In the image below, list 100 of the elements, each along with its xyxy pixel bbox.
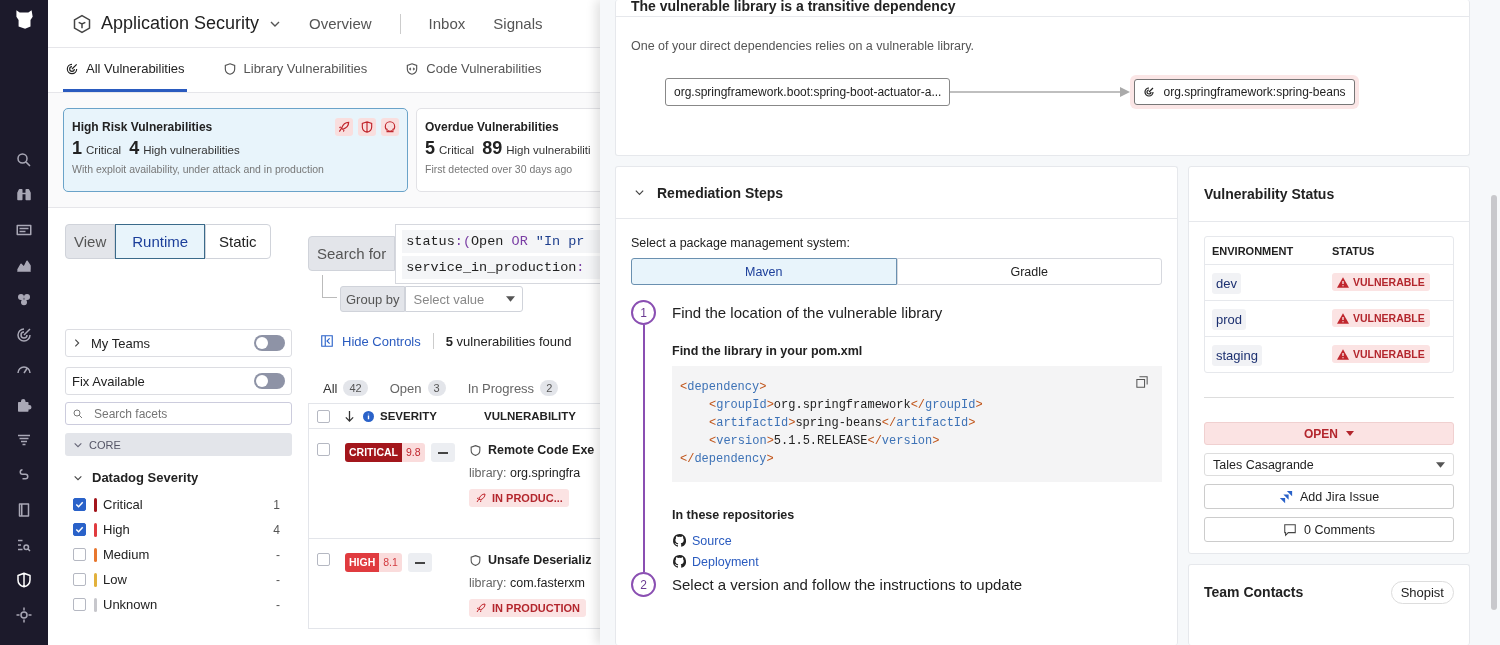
shield-icon xyxy=(469,443,482,457)
view-label: View xyxy=(65,224,116,259)
target-icon xyxy=(65,61,79,76)
view-option[interactable]: Static xyxy=(205,224,271,259)
summary-card[interactable]: Overdue Vulnerabilities 5 Critical 89 High vulnerabiliti First detected over 30 days ago xyxy=(416,108,600,192)
shield-icon xyxy=(405,61,420,76)
nav-link[interactable]: Signals xyxy=(493,15,543,32)
app-title[interactable]: Application Security xyxy=(101,13,260,34)
vulnerability-title[interactable]: Unsafe Deserializ xyxy=(488,553,592,567)
checkbox[interactable] xyxy=(73,498,86,511)
summary-card[interactable]: High Risk Vulnerabilities 1 Critical 4 High vulnerabilities With exploit availability, under attack and in production xyxy=(63,108,408,192)
info-icon[interactable] xyxy=(363,410,374,422)
status-tab[interactable]: In Progress 2 xyxy=(467,378,559,398)
shield-icon xyxy=(358,118,376,136)
severity-score: 8.1 xyxy=(379,553,402,572)
shield-icon[interactable] xyxy=(15,571,33,589)
facet-count: - xyxy=(276,572,280,587)
nav-link[interactable]: Overview xyxy=(309,15,372,32)
facet-group-header[interactable]: Datadog Severity xyxy=(65,470,292,485)
package-manager-option[interactable]: Gradle xyxy=(896,258,1162,285)
facet-option-label: High xyxy=(103,522,131,537)
library-name: com.fasterxm xyxy=(510,576,585,590)
cube-icon xyxy=(72,13,92,34)
status-badge: VULNERABLE xyxy=(1332,309,1430,328)
target-icon[interactable] xyxy=(15,326,33,344)
checkbox[interactable] xyxy=(73,598,86,611)
column-header[interactable]: VULNERABILITY xyxy=(484,410,576,422)
puzzle-icon[interactable] xyxy=(15,396,33,414)
query-field[interactable]: status:(Open OR "In pr service_in_production: xyxy=(395,224,600,284)
facet-search-field[interactable]: Search facets xyxy=(65,402,292,425)
critical-label: Critical xyxy=(439,144,475,156)
facet-toggle-row[interactable]: My Teams xyxy=(65,329,292,357)
repository-link[interactable]: Deployment xyxy=(672,551,1162,572)
gear-icon[interactable] xyxy=(15,606,33,624)
caret-icon xyxy=(1346,431,1354,436)
facet-option-label: Low xyxy=(103,572,128,587)
severity-badge: HIGH xyxy=(345,553,380,572)
critical-count: 5 xyxy=(425,138,435,159)
chevron-down-icon[interactable] xyxy=(634,187,645,198)
hide-controls-link[interactable]: Hide Controls xyxy=(320,333,421,349)
warning-icon xyxy=(1337,348,1349,360)
shield-icon xyxy=(469,553,482,567)
code-line: <artifactId>spring-beans</artifactId> xyxy=(709,415,976,432)
checkbox[interactable] xyxy=(317,553,330,566)
cat-icon xyxy=(672,554,687,569)
status-tab[interactable]: Open 3 xyxy=(389,378,446,398)
repositories-title: In these repositories xyxy=(672,508,796,522)
nav-link[interactable]: Inbox xyxy=(428,15,466,32)
dash-badge xyxy=(407,553,432,572)
tab[interactable]: Code Vulnerabilities xyxy=(403,48,544,92)
add-jira-issue-button[interactable]: Add Jira Issue xyxy=(1204,484,1454,509)
card-note: With exploit availability, under attack and in production xyxy=(72,163,325,175)
status-badge: VULNERABLE xyxy=(1332,345,1430,364)
section-title: Vulnerability Status xyxy=(1189,167,1469,222)
view-option[interactable]: Runtime xyxy=(115,224,206,259)
facet-count: - xyxy=(276,547,280,562)
scrollbar[interactable] xyxy=(1491,195,1497,610)
critical-count: 1 xyxy=(72,138,82,159)
copy-icon[interactable] xyxy=(1136,376,1148,388)
checkbox[interactable] xyxy=(317,443,330,456)
comments-button[interactable]: 0 Comments xyxy=(1204,517,1454,542)
column-header[interactable]: SEVERITY xyxy=(380,410,484,422)
step-number: 1 xyxy=(631,300,656,325)
status-tab[interactable]: All 42 xyxy=(323,378,368,398)
high-label: High vulnerabilities xyxy=(143,144,240,156)
checkbox[interactable] xyxy=(73,573,86,586)
chevron-right-icon[interactable] xyxy=(72,338,82,348)
environment-tag: prod xyxy=(1212,308,1247,330)
high-count: 89 xyxy=(482,138,503,159)
package-manager-option[interactable]: Maven xyxy=(631,258,897,285)
code-line: <dependency> xyxy=(680,379,767,396)
high-count: 4 xyxy=(129,138,140,159)
assignee-select[interactable]: Tales Casagrande xyxy=(1204,453,1454,476)
checkbox[interactable] xyxy=(73,548,86,561)
repository-link[interactable]: Source xyxy=(672,530,1162,551)
production-tag: IN PRODUCTION xyxy=(469,599,586,617)
caret-icon xyxy=(1436,461,1445,468)
dependency-node[interactable]: org.springframework.boot:spring-boot-actuator-a... xyxy=(665,78,951,106)
arrow-down-icon[interactable] xyxy=(344,409,355,423)
rocket-icon xyxy=(475,602,487,614)
tab[interactable]: Library Vulnerabilities xyxy=(220,48,370,92)
card-note: First detected over 30 days ago xyxy=(425,163,574,175)
toggle-switch[interactable] xyxy=(254,335,285,351)
toggle-label: My Teams xyxy=(91,335,151,351)
section-header[interactable]: CORE xyxy=(65,433,292,456)
checkbox[interactable] xyxy=(73,523,86,536)
prompt-text: Select a package management system: xyxy=(631,236,851,250)
checkbox[interactable] xyxy=(317,409,330,423)
facet-count: 4 xyxy=(273,522,280,537)
facet-toggle-row[interactable]: Fix Available xyxy=(65,367,292,395)
status-dropdown[interactable]: OPEN xyxy=(1204,422,1454,445)
dash-badge xyxy=(430,443,455,462)
vulnerable-node[interactable]: org.springframework:spring-beans xyxy=(1130,75,1359,109)
group-by-select[interactable]: Select value xyxy=(405,286,524,312)
toggle-switch[interactable] xyxy=(254,373,285,389)
search-icon[interactable] xyxy=(15,151,33,169)
vulnerability-title[interactable]: Remote Code Exe xyxy=(488,443,595,457)
cat-icon xyxy=(672,533,687,548)
library-label: library: xyxy=(469,576,507,590)
warning-icon xyxy=(1337,276,1349,288)
